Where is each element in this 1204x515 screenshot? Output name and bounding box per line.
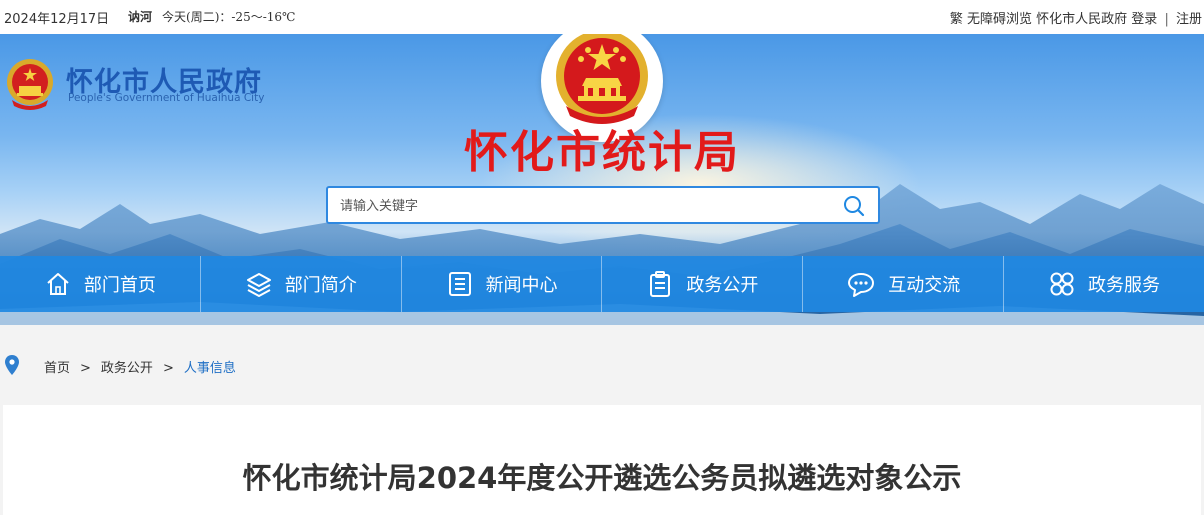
city-government-link[interactable]: 怀化市人民政府: [1036, 12, 1127, 27]
weather-info: 讷河 今天(周二)：-25～-16℃: [128, 8, 295, 25]
nav-item-news[interactable]: 新闻中心: [401, 256, 603, 312]
weather-text: 今天(周二)：-25～-16℃: [162, 10, 296, 24]
nav-item-gov-affairs[interactable]: 政务公开: [602, 256, 804, 312]
register-link[interactable]: 注册: [1176, 12, 1202, 27]
breadcrumb-arrow: >: [80, 361, 91, 376]
breadcrumb: 首页 > 政务公开 > 人事信息: [0, 325, 1204, 405]
home-icon: [47, 273, 69, 295]
breadcrumb-path: 首页 > 政务公开 > 人事信息: [44, 357, 236, 376]
search-box: [326, 186, 880, 224]
grid-icon: [1050, 272, 1074, 296]
nav-label: 互动交流: [888, 275, 961, 296]
nav-label: 部门简介: [284, 275, 357, 296]
nav-label: 政务服务: [1088, 275, 1161, 296]
breadcrumb-current[interactable]: 人事信息: [184, 361, 236, 376]
location-pin-icon: [5, 355, 19, 375]
login-link[interactable]: 登录: [1131, 12, 1157, 27]
nav-label: 新闻中心: [485, 275, 558, 296]
search-icon[interactable]: [842, 194, 866, 218]
main-nav: 部门首页 部门简介 新闻中心 政务公开 互动交流 政务服务: [0, 256, 1204, 312]
article-panel: 怀化市统计局2024年度公开遴选公务员拟遴选对象公示: [3, 405, 1201, 515]
clipboard-icon: [650, 271, 671, 297]
current-date: 2024年12月17日: [4, 12, 110, 27]
site-title: 怀化市统计局: [464, 127, 740, 178]
layers-icon: [246, 273, 271, 297]
government-name-en: People's Government of Huaihua City: [68, 92, 265, 104]
top-bar: 2024年12月17日 讷河 今天(周二)：-25～-16℃ 繁 无障碍浏览 怀化…: [0, 0, 1204, 34]
nav-item-services[interactable]: 政务服务: [1004, 256, 1204, 312]
traditional-chinese-link[interactable]: 繁: [950, 12, 963, 27]
accessible-browse-link[interactable]: 无障碍浏览: [967, 12, 1032, 27]
header-banner: 怀化市人民政府 People's Government of Huaihua C…: [0, 34, 1204, 325]
city-government-logo[interactable]: 怀化市人民政府 People's Government of Huaihua C…: [6, 58, 276, 114]
breadcrumb-home[interactable]: 首页: [44, 361, 70, 376]
search-input[interactable]: [340, 195, 820, 217]
breadcrumb-arrow: >: [162, 361, 174, 376]
nav-item-interaction[interactable]: 互动交流: [803, 256, 1005, 312]
nav-item-intro[interactable]: 部门简介: [200, 256, 402, 312]
national-emblem-icon: [556, 34, 648, 124]
breadcrumb-section[interactable]: 政务公开: [101, 361, 153, 376]
news-icon: [448, 272, 471, 296]
nav-item-home[interactable]: 部门首页: [0, 256, 201, 312]
top-links: 繁 无障碍浏览 怀化市人民政府 登录 | 注册: [950, 8, 1202, 27]
article-title: 怀化市统计局2024年度公开遴选公务员拟遴选对象公示: [242, 461, 962, 495]
nav-label: 政务公开: [686, 275, 759, 296]
chat-icon: [848, 273, 875, 297]
weather-city: 讷河: [128, 10, 153, 24]
national-emblem-icon: [7, 59, 53, 110]
nav-label: 部门首页: [83, 275, 156, 296]
link-separator: |: [1164, 12, 1169, 27]
